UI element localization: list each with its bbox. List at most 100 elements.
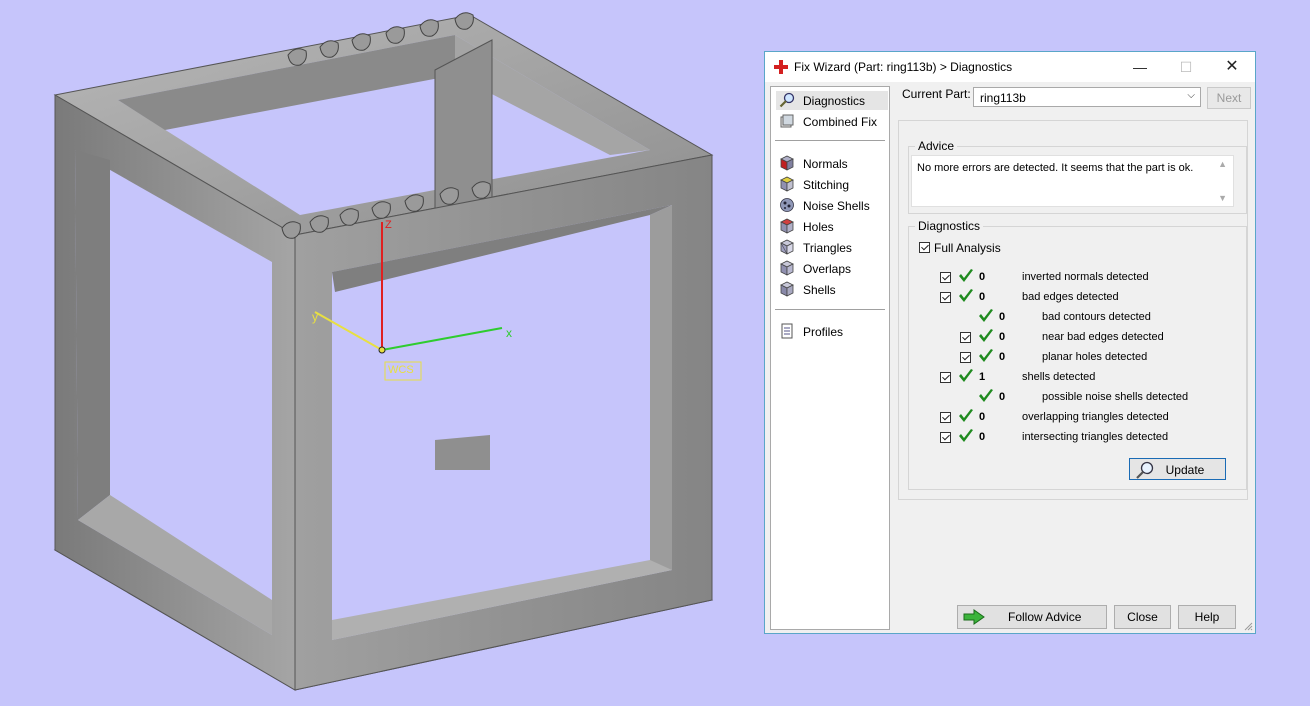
axis-label-x: x	[506, 326, 512, 340]
full-analysis-checkbox[interactable]	[919, 242, 930, 253]
triangle-icon	[780, 239, 794, 255]
cube-frame-model	[53, 12, 714, 691]
diagnostic-label: overlapping triangles detected	[1022, 411, 1169, 423]
stack-icon	[780, 114, 794, 128]
advice-title: Advice	[915, 139, 958, 153]
nav-item-overlaps[interactable]: Overlaps	[776, 259, 888, 278]
nav-item-triangles[interactable]: Triangles	[776, 238, 888, 257]
current-part-value: ring113b	[980, 91, 1026, 105]
green-check-icon	[959, 269, 973, 282]
diagnostic-checkbox[interactable]	[960, 332, 971, 343]
advice-group: Advice No more errors are detected. It s…	[908, 139, 1247, 214]
update-label: Update	[1165, 463, 1205, 477]
nav-label: Noise Shells	[803, 199, 870, 213]
diagnostics-panel: Advice No more errors are detected. It s…	[898, 120, 1248, 500]
current-part-label: Current Part:	[902, 87, 971, 101]
diagnostic-count: 0	[979, 291, 986, 303]
nav-label: Holes	[803, 220, 834, 234]
minimize-button[interactable]: —	[1117, 52, 1163, 82]
noise-icon	[780, 198, 794, 212]
green-check-icon	[959, 429, 973, 442]
diagnostic-checkbox[interactable]	[940, 432, 951, 443]
chevron-down-icon: ⌵	[1187, 90, 1195, 101]
nav-divider	[775, 309, 885, 310]
nav-label: Diagnostics	[803, 94, 866, 108]
diagnostic-label: bad contours detected	[1042, 311, 1151, 323]
diagnostic-count: 0	[979, 431, 986, 443]
diagnostic-label: intersecting triangles detected	[1022, 431, 1169, 443]
arrow-right-icon	[963, 609, 985, 625]
title-bar[interactable]: Fix Wizard (Part: ring113b) > Diagnostic…	[765, 52, 1255, 82]
close-window-button[interactable]: ✕	[1209, 52, 1255, 82]
nav-label: Stitching	[803, 178, 850, 192]
nav-item-diagnostics[interactable]: Diagnostics	[776, 91, 888, 110]
wizard-nav: Diagnostics Combined Fix Normals Stitchi…	[770, 86, 890, 630]
help-button[interactable]: Help	[1178, 605, 1236, 629]
nav-divider	[775, 140, 885, 141]
scroll-down-icon[interactable]: ▼	[1218, 193, 1227, 203]
diagnostic-checkbox[interactable]	[940, 272, 951, 283]
wcs-label: WCS	[388, 364, 414, 376]
diagnostic-label: inverted normals detected	[1022, 271, 1149, 283]
green-check-icon	[979, 309, 993, 322]
green-check-icon	[959, 409, 973, 422]
green-check-icon	[959, 369, 973, 382]
nav-item-holes[interactable]: Holes	[776, 217, 888, 236]
nav-item-noise-shells[interactable]: Noise Shells	[776, 196, 888, 215]
3d-viewport[interactable]: Z x y WCS	[0, 0, 760, 706]
nav-label: Triangles	[803, 241, 852, 255]
nav-label: Combined Fix	[803, 115, 878, 129]
nav-label: Normals	[803, 157, 848, 171]
diagnostic-count: 0	[999, 311, 1006, 323]
follow-advice-label: Follow Advice	[1008, 610, 1082, 624]
diagnostic-count: 0	[999, 391, 1006, 403]
axis-label-z: Z	[385, 219, 392, 231]
nav-item-profiles[interactable]: Profiles	[776, 322, 888, 341]
nav-item-stitching[interactable]: Stitching	[776, 175, 888, 194]
shells-icon	[780, 281, 794, 297]
axis-label-y: y	[312, 310, 318, 324]
cube-red-icon	[780, 155, 794, 171]
diagnostic-count: 1	[979, 371, 986, 383]
nav-item-shells[interactable]: Shells	[776, 280, 888, 299]
diagnostic-count: 0	[979, 411, 986, 423]
stitch-icon	[780, 176, 794, 192]
current-part-select[interactable]: ring113b ⌵	[973, 87, 1201, 107]
diagnostic-checkbox[interactable]	[940, 292, 951, 303]
green-check-icon	[979, 389, 993, 402]
diagnostic-label: possible noise shells detected	[1042, 391, 1189, 403]
diagnostic-count: 0	[979, 271, 986, 283]
diagnostic-label: near bad edges detected	[1042, 331, 1164, 343]
follow-advice-button[interactable]: Follow Advice	[957, 605, 1107, 629]
overlap-icon	[780, 260, 794, 276]
maximize-button[interactable]: ☐	[1163, 52, 1209, 82]
nav-label: Overlaps	[803, 262, 852, 276]
window-title: Fix Wizard (Part: ring113b) > Diagnostic…	[794, 60, 1013, 74]
nav-label: Profiles	[803, 325, 844, 339]
next-button[interactable]: Next	[1207, 87, 1251, 109]
diagnostic-label: planar holes detected	[1042, 351, 1148, 363]
diagnostic-checkbox[interactable]	[940, 372, 951, 383]
cube-hole-icon	[780, 218, 794, 234]
close-button[interactable]: Close	[1114, 605, 1171, 629]
magnifier-icon	[779, 92, 795, 108]
nav-item-normals[interactable]: Normals	[776, 154, 888, 173]
diagnostics-group: Diagnostics Full Analysis 0 inverted norm…	[908, 219, 1247, 490]
nav-label: Shells	[803, 283, 836, 297]
diagnostics-title: Diagnostics	[915, 219, 984, 233]
diagnostic-checkbox[interactable]	[940, 412, 951, 423]
red-cross-icon	[774, 60, 788, 74]
green-check-icon	[979, 349, 993, 362]
green-check-icon	[979, 329, 993, 342]
update-button[interactable]: Update	[1129, 458, 1226, 480]
diagnostic-checkbox[interactable]	[960, 352, 971, 363]
full-analysis-label: Full Analysis	[934, 241, 1001, 255]
nav-item-combined-fix[interactable]: Combined Fix	[776, 112, 888, 131]
resize-grip-icon[interactable]	[1243, 621, 1253, 631]
scroll-up-icon[interactable]: ▲	[1218, 159, 1227, 169]
diagnostic-count: 0	[999, 331, 1006, 343]
advice-textbox[interactable]: No more errors are detected. It seems th…	[911, 155, 1234, 207]
green-check-icon	[959, 289, 973, 302]
diagnostic-label: bad edges detected	[1022, 291, 1119, 303]
diagnostic-count: 0	[999, 351, 1006, 363]
